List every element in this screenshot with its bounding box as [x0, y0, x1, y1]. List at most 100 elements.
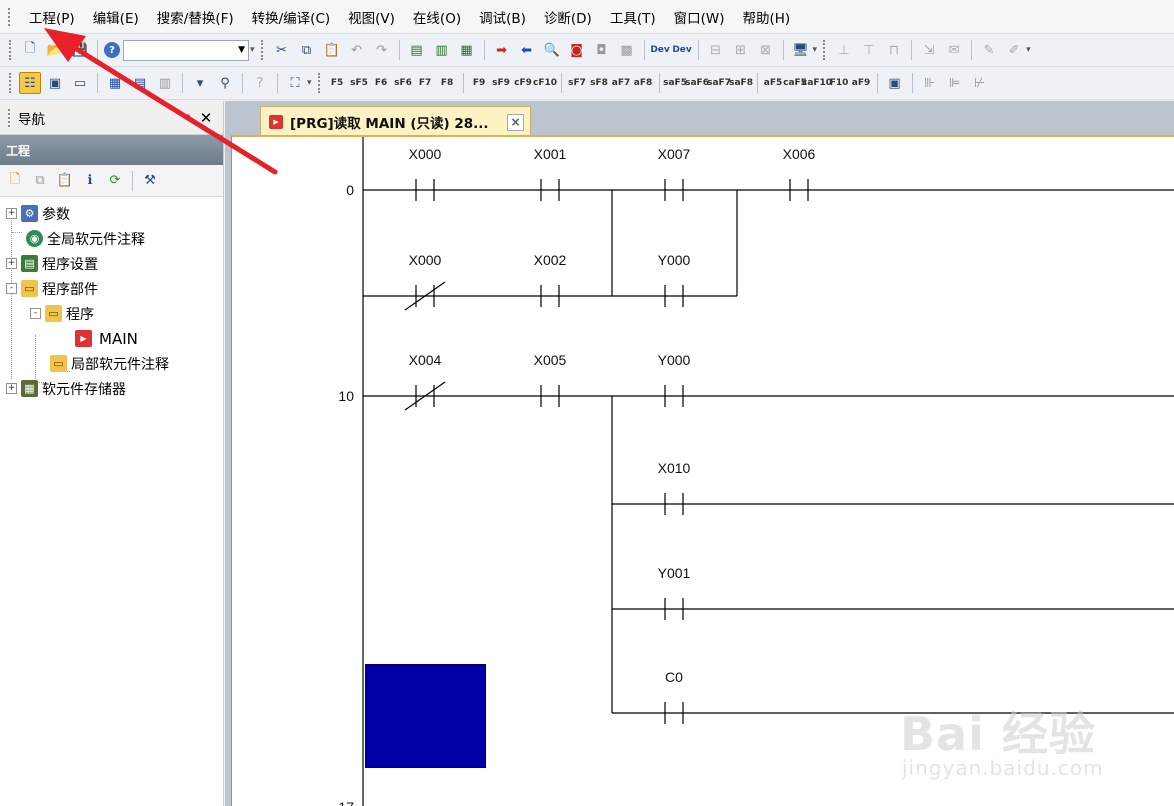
- ladder-extra3-icon[interactable]: ⊬: [969, 72, 991, 94]
- toolbar-overflow-icon[interactable]: ▾: [1026, 45, 1031, 55]
- delete-vertical-icon[interactable]: cF10: [533, 72, 557, 94]
- copy-data-icon[interactable]: ⧉: [29, 170, 51, 192]
- menu-edit[interactable]: 编辑(E): [84, 7, 148, 27]
- ladder-extra2-icon[interactable]: ⊫: [944, 72, 966, 94]
- parallel-rising-icon[interactable]: aF7: [612, 72, 631, 94]
- monitor-start-icon[interactable]: ◙: [566, 39, 588, 61]
- close-icon[interactable]: ✕: [197, 109, 215, 127]
- jump-icon[interactable]: ⇲: [918, 39, 940, 61]
- falling-nc-icon[interactable]: saF6: [685, 72, 709, 94]
- toolbar-grip[interactable]: [9, 73, 13, 93]
- copy-icon[interactable]: ⧉: [296, 39, 318, 61]
- pin-icon[interactable]: ᵖ: [179, 111, 197, 125]
- collapse-icon[interactable]: -: [30, 308, 41, 319]
- tree-item-local-comment[interactable]: ▭ 局部软元件注释: [0, 351, 223, 376]
- comment-icon[interactable]: ✐: [1003, 39, 1025, 61]
- undo-icon[interactable]: ↶: [346, 39, 368, 61]
- sampling-trace-icon[interactable]: ⊠: [755, 39, 777, 61]
- tree-item-main[interactable]: ▶ MAIN: [0, 326, 223, 351]
- toolbar-overflow-icon[interactable]: ▾: [813, 45, 818, 55]
- window-icon[interactable]: ▭: [69, 72, 91, 94]
- verify-icon[interactable]: 🔍: [541, 39, 563, 61]
- collapse-icon[interactable]: -: [6, 283, 17, 294]
- tree-item-program-parts[interactable]: - ▭ 程序部件: [0, 276, 223, 301]
- find-icon[interactable]: ⛶: [284, 72, 306, 94]
- statement-icon[interactable]: ✉: [943, 39, 965, 61]
- save-icon[interactable]: 💾: [69, 39, 91, 61]
- coil-icon[interactable]: F7: [416, 72, 435, 94]
- help-icon[interactable]: ?: [104, 42, 120, 58]
- zoom-icon[interactable]: ⚲: [214, 72, 236, 94]
- toolbar-grip[interactable]: [317, 73, 322, 93]
- line-input-icon[interactable]: F10: [830, 72, 849, 94]
- device-batch-icon[interactable]: Dev: [650, 39, 669, 61]
- delete-row-icon[interactable]: ⊤: [858, 39, 880, 61]
- parallel-falling-icon[interactable]: aF8: [634, 72, 653, 94]
- menu-online[interactable]: 在线(O): [404, 7, 470, 27]
- toolbar-overflow-icon[interactable]: ▾: [250, 45, 255, 55]
- tree-item-global-comment[interactable]: ◉ 全局软元件注释: [0, 226, 223, 251]
- new-file-icon[interactable]: 🗋: [19, 39, 41, 61]
- ladder-extra1-icon[interactable]: ⊪: [919, 72, 941, 94]
- falling-pulse-icon[interactable]: sF8: [590, 72, 609, 94]
- contact-no-icon[interactable]: F5: [328, 72, 347, 94]
- tree-item-parameters[interactable]: + ⚙ 参数: [0, 201, 223, 226]
- insert-row-icon[interactable]: ⊥: [833, 39, 855, 61]
- read-from-plc-icon[interactable]: ⬅: [516, 39, 538, 61]
- tree-item-device-memory[interactable]: + ▦ 软元件存储器: [0, 376, 223, 401]
- open-folder-icon[interactable]: 📂: [44, 39, 66, 61]
- inline-st-icon[interactable]: ▣: [884, 72, 906, 94]
- display-mode-icon[interactable]: ▾: [189, 72, 211, 94]
- refresh-icon[interactable]: ⟳: [104, 170, 126, 192]
- operation-result-rise-icon[interactable]: aF5: [764, 72, 783, 94]
- help-circle-icon[interactable]: ?: [249, 72, 271, 94]
- project-section-header[interactable]: 工程: [0, 135, 223, 165]
- monitor-mode-icon[interactable]: ▦: [456, 39, 478, 61]
- read-mode-icon[interactable]: ▥: [431, 39, 453, 61]
- expand-icon[interactable]: +: [6, 383, 17, 394]
- simulation-icon[interactable]: 🖥: [790, 39, 812, 61]
- line-delete-icon[interactable]: aF9: [852, 72, 871, 94]
- redo-icon[interactable]: ↷: [371, 39, 393, 61]
- invert-icon[interactable]: caF10: [802, 72, 832, 94]
- horizontal-line-icon[interactable]: F9: [470, 72, 489, 94]
- project-tree-icon[interactable]: ☷: [19, 72, 41, 94]
- toolbar-combo[interactable]: ▼: [123, 39, 249, 61]
- paste-data-icon[interactable]: 📋: [54, 170, 76, 192]
- parallel-no-icon[interactable]: sF5: [350, 72, 369, 94]
- menu-help[interactable]: 帮助(H): [734, 7, 800, 27]
- tree-item-program-settings[interactable]: + ▤ 程序设置: [0, 251, 223, 276]
- parallel-falling-nc-icon[interactable]: saF8: [729, 72, 753, 94]
- parallel-nc-icon[interactable]: sF6: [394, 72, 413, 94]
- menu-project[interactable]: 工程(P): [20, 7, 84, 27]
- rising-nc-icon[interactable]: saF5: [663, 72, 687, 94]
- watch-icon[interactable]: ⊞: [730, 39, 752, 61]
- toolbar-grip[interactable]: [9, 40, 13, 60]
- filter-icon[interactable]: ⚒: [139, 170, 161, 192]
- editor-cursor[interactable]: [365, 664, 486, 768]
- paste-icon[interactable]: 📋: [321, 39, 343, 61]
- toolbar-overflow-icon[interactable]: ▾: [307, 78, 312, 88]
- entry-monitor-icon[interactable]: ⊟: [705, 39, 727, 61]
- menu-window[interactable]: 窗口(W): [665, 7, 734, 27]
- write-to-plc-icon[interactable]: ➡: [491, 39, 513, 61]
- device-list-icon[interactable]: ▦: [104, 72, 126, 94]
- expand-icon[interactable]: +: [6, 258, 17, 269]
- function-icon[interactable]: F8: [438, 72, 457, 94]
- monitor-stop-icon[interactable]: ◘: [591, 39, 613, 61]
- delete-horizontal-icon[interactable]: cF9: [514, 72, 533, 94]
- tab-main-program[interactable]: ▶ [PRG]读取 MAIN (只读) 28... ×: [260, 106, 531, 137]
- cut-icon[interactable]: ✂: [271, 39, 293, 61]
- menu-debug[interactable]: 调试(B): [470, 7, 535, 27]
- new-data-icon[interactable]: 🗋: [4, 170, 26, 192]
- menu-convert-compile[interactable]: 转换/编译(C): [243, 7, 340, 27]
- device-test-icon[interactable]: Dev: [672, 39, 691, 61]
- menu-search-replace[interactable]: 搜索/替换(F): [148, 7, 243, 27]
- menu-diagnostics[interactable]: 诊断(D): [535, 7, 601, 27]
- contact-nc-icon[interactable]: F6: [372, 72, 391, 94]
- nav-grip[interactable]: [8, 108, 12, 127]
- vertical-line-icon[interactable]: sF9: [492, 72, 511, 94]
- menu-tools[interactable]: 工具(T): [601, 7, 665, 27]
- device-comment-icon[interactable]: ▤: [129, 72, 151, 94]
- expand-icon[interactable]: +: [6, 208, 17, 219]
